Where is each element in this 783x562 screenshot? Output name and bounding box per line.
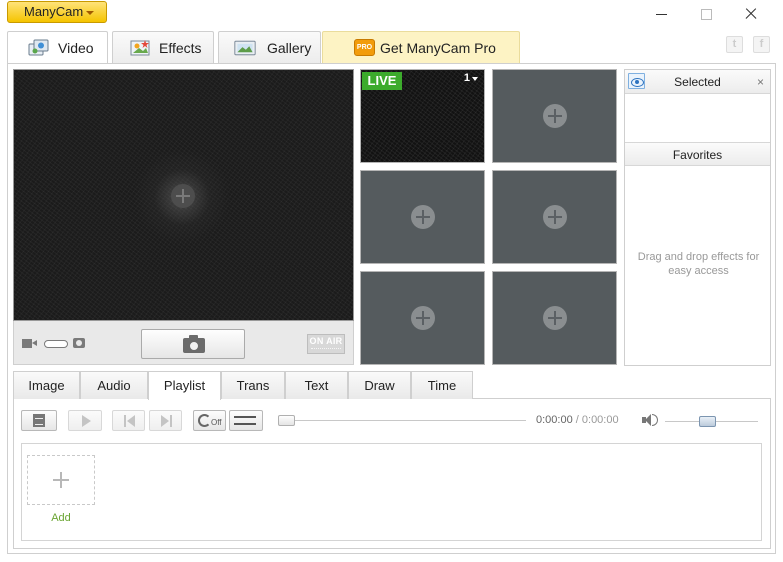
- source-channel-number[interactable]: 1: [464, 72, 470, 84]
- document-icon: [33, 414, 45, 427]
- tab-audio[interactable]: Audio: [80, 371, 148, 399]
- facebook-icon[interactable]: f: [753, 36, 770, 53]
- live-badge: LIVE: [362, 72, 402, 90]
- playlist-file-button[interactable]: [21, 410, 57, 431]
- favorites-label: Favorites: [672, 148, 723, 162]
- close-icon[interactable]: ×: [757, 70, 764, 94]
- chevron-down-icon[interactable]: [472, 77, 478, 81]
- next-button[interactable]: [149, 410, 182, 431]
- tab-draw[interactable]: Draw: [348, 371, 411, 399]
- twitter-icon[interactable]: t: [726, 36, 743, 53]
- volume-slider-handle[interactable]: [699, 416, 717, 427]
- main-preview[interactable]: [13, 69, 354, 321]
- seek-slider-handle[interactable]: [278, 415, 295, 426]
- source-tile[interactable]: [360, 170, 485, 264]
- on-air-button[interactable]: ON AIR: [307, 334, 345, 354]
- minimize-button[interactable]: [650, 4, 674, 24]
- selected-label: Selected: [674, 75, 721, 89]
- selected-header: Selected ×: [625, 70, 770, 94]
- plus-icon: [53, 472, 69, 488]
- seek-track[interactable]: [280, 420, 526, 421]
- source-tile-live[interactable]: LIVE 1: [360, 69, 485, 163]
- camera-icon[interactable]: [73, 338, 85, 348]
- total-time: 0:00:00: [581, 414, 619, 426]
- playlist-items: [21, 443, 762, 541]
- playback-time: 0:00:00 / 0:00:00: [536, 414, 619, 426]
- previous-button[interactable]: [112, 410, 145, 431]
- tab-get-pro-label: Get ManyCam Pro: [380, 40, 496, 56]
- manycam-window: ManyCam Video Effects Gallery PRO Get Ma…: [0, 0, 783, 562]
- tab-image[interactable]: Image: [13, 371, 80, 399]
- tab-time[interactable]: Time: [411, 371, 473, 399]
- tab-trans[interactable]: Trans: [221, 371, 285, 399]
- tab-effects-label: Effects: [159, 40, 202, 56]
- source-tile[interactable]: [492, 69, 617, 163]
- time-separator: /: [575, 414, 579, 426]
- tab-playlist[interactable]: Playlist: [148, 371, 221, 400]
- current-time: 0:00:00: [536, 414, 573, 426]
- tab-video[interactable]: Video: [7, 31, 108, 65]
- play-icon: [82, 415, 91, 427]
- eye-icon[interactable]: [628, 73, 645, 89]
- source-tile[interactable]: [360, 271, 485, 365]
- camera-icon: [183, 335, 205, 353]
- take-snapshot-button[interactable]: [141, 329, 245, 359]
- add-source-icon[interactable]: [171, 184, 195, 208]
- video-camera-icon[interactable]: [22, 339, 37, 348]
- pro-badge-icon: PRO: [354, 39, 375, 56]
- shuffle-icon: [234, 415, 258, 426]
- gallery-icon: [234, 40, 256, 56]
- add-source-icon[interactable]: [543, 306, 567, 330]
- effects-side-panel: Selected × Favorites Drag and drop effec…: [624, 69, 771, 366]
- app-menu-label: ManyCam: [24, 4, 84, 19]
- tab-gallery-label: Gallery: [267, 40, 312, 56]
- chevron-down-icon: [86, 11, 94, 15]
- add-source-icon[interactable]: [411, 205, 435, 229]
- play-button[interactable]: [68, 410, 102, 431]
- skip-forward-icon: [161, 415, 172, 427]
- app-menu-button[interactable]: ManyCam: [7, 1, 107, 23]
- maximize-button[interactable]: [694, 4, 718, 24]
- add-label[interactable]: Add: [27, 512, 95, 524]
- tab-effects[interactable]: Effects: [112, 31, 214, 64]
- source-tile[interactable]: [492, 271, 617, 365]
- loop-icon: [198, 414, 211, 427]
- effects-icon: [130, 40, 150, 56]
- shuffle-button[interactable]: [229, 410, 263, 431]
- loop-state-label: Off: [211, 418, 222, 427]
- loop-toggle-button[interactable]: Off: [193, 410, 226, 431]
- tab-gallery[interactable]: Gallery: [218, 31, 321, 64]
- add-source-icon[interactable]: [543, 205, 567, 229]
- add-source-icon[interactable]: [543, 104, 567, 128]
- tab-video-label: Video: [58, 40, 94, 56]
- favorites-hint: Drag and drop effects for easy access: [637, 251, 760, 277]
- tab-text[interactable]: Text: [285, 371, 348, 399]
- preview-toolbar: ON AIR: [13, 321, 354, 365]
- add-source-icon[interactable]: [411, 306, 435, 330]
- tab-get-pro[interactable]: PRO Get ManyCam Pro: [322, 31, 520, 64]
- video-sources-icon: [28, 39, 49, 56]
- favorites-header: Favorites: [625, 142, 770, 166]
- close-button[interactable]: [739, 4, 763, 24]
- skip-back-icon: [124, 415, 135, 427]
- add-playlist-item-button[interactable]: [27, 455, 95, 505]
- video-photo-toggle[interactable]: [44, 340, 68, 348]
- source-tile[interactable]: [492, 170, 617, 264]
